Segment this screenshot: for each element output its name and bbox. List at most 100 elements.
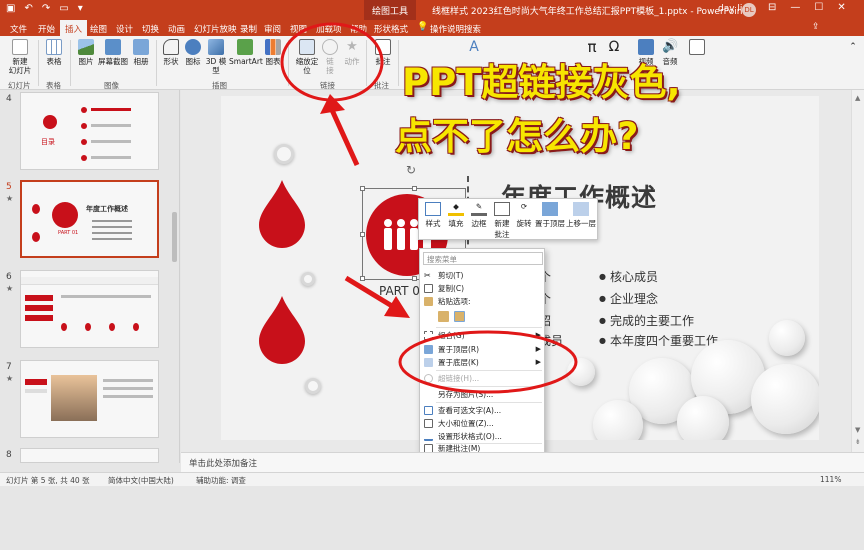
ribbon-display-icon[interactable]: ⊟: [768, 2, 776, 13]
menu-item-paste-options[interactable]: 粘贴选项:: [420, 295, 546, 308]
slide-thumbnail-7[interactable]: [20, 360, 159, 438]
deco-ring: [301, 272, 315, 286]
slide-thumbnail-6[interactable]: [20, 270, 159, 348]
bullet-item[interactable]: 完成的主要工作: [599, 312, 694, 329]
album-button[interactable]: 相册: [130, 39, 152, 66]
style-button[interactable]: 样式: [423, 202, 443, 229]
thumb-red-circle: [52, 202, 78, 228]
tab-record[interactable]: 录制: [240, 23, 257, 35]
bullet-item[interactable]: 本年度四个重要工作: [599, 332, 718, 349]
shapes-button[interactable]: 形状: [160, 39, 182, 66]
user-name[interactable]: day li: [718, 4, 742, 14]
comment-button[interactable]: 批注: [372, 39, 394, 66]
fill-button[interactable]: ◆ 填充: [445, 202, 467, 229]
redo-icon[interactable]: ↷: [42, 3, 50, 14]
bring-front-icon: [424, 345, 433, 354]
maximize-icon[interactable]: ☐: [814, 2, 823, 13]
zoom-button[interactable]: 缩放定 位: [293, 39, 321, 75]
thumb-title: 年度工作概述: [86, 205, 128, 213]
menu-item-save-as-picture[interactable]: 另存为图片(S)...: [420, 388, 546, 401]
red-drop[interactable]: [259, 296, 305, 364]
menu-item-alt-text[interactable]: 查看可选文字(A)...: [420, 404, 546, 417]
menu-item-send-to-back[interactable]: 置于底层(K) ▶: [420, 356, 546, 369]
send-backward-button[interactable]: 上移一层: [565, 202, 597, 229]
tab-design[interactable]: 设计: [116, 23, 133, 35]
avatar[interactable]: DL: [742, 3, 756, 17]
tab-addins[interactable]: 加载项: [316, 23, 342, 35]
screenshot-icon: [105, 39, 121, 55]
rotate-icon: ⟳: [520, 202, 528, 211]
table-button[interactable]: 表格: [42, 39, 66, 66]
menu-item-bring-to-front[interactable]: 置于顶层(R) ▶: [420, 343, 546, 356]
present-icon[interactable]: ▭: [59, 3, 68, 14]
language[interactable]: 简体中文(中国大陆): [108, 475, 174, 486]
mini-toolbar: 样式 ◆ 填充 ✎ 边框 新建 批注 ⟳ 旋转 置于顶层 上移一层: [418, 198, 598, 240]
submenu-arrow-icon: ▶: [535, 331, 541, 339]
bullet-item[interactable]: 企业理念: [599, 290, 658, 307]
tab-draw[interactable]: 绘图: [90, 23, 107, 35]
accessibility[interactable]: 辅助功能: 调查: [196, 475, 246, 486]
action-button[interactable]: ★ 动作: [342, 39, 362, 66]
tell-me-search[interactable]: 操作说明搜索: [430, 23, 481, 35]
save-icon[interactable]: ▣: [6, 3, 15, 14]
icons-icon: [185, 39, 201, 55]
tab-slideshow[interactable]: 幻灯片放映: [194, 23, 237, 35]
paste-keep-format-icon[interactable]: [438, 311, 449, 322]
pen-icon: ✎: [471, 202, 487, 216]
slide-thumbnail-5[interactable]: 年度工作概述 PART 01: [20, 180, 159, 258]
outline-button[interactable]: ✎ 边框: [469, 202, 489, 229]
menu-search-input[interactable]: 搜索菜单: [423, 252, 543, 265]
deco-ring: [305, 378, 321, 394]
bullet-item[interactable]: 核心成员: [599, 268, 658, 285]
tab-transitions[interactable]: 切换: [142, 23, 159, 35]
tab-review[interactable]: 审阅: [264, 23, 281, 35]
picture-button[interactable]: 图片: [74, 39, 98, 66]
size-icon: [424, 419, 433, 428]
slide-thumbnail-8[interactable]: [20, 448, 159, 463]
slide-number: 7: [6, 362, 12, 372]
bring-to-front-button[interactable]: 置于顶层: [535, 202, 565, 229]
collapse-ribbon-button[interactable]: ⌃: [846, 39, 860, 57]
red-drop[interactable]: [259, 180, 305, 248]
share-icon[interactable]: ⇪: [812, 22, 820, 32]
menu-item-size-position[interactable]: 大小和位置(Z)...: [420, 417, 546, 430]
zoom-level[interactable]: 111%: [820, 475, 841, 484]
tab-shape-format[interactable]: 形状格式: [374, 23, 408, 35]
slide-count: 幻灯片 第 5 张, 共 40 张: [6, 476, 90, 485]
style-icon: [425, 202, 441, 216]
screen-record-button[interactable]: [688, 39, 706, 57]
paste-picture-icon[interactable]: [454, 311, 465, 322]
slide-thumbnail-4[interactable]: 目录: [20, 92, 159, 170]
new-comment-button[interactable]: 新建 批注: [491, 202, 513, 240]
tab-view[interactable]: 视图: [290, 23, 307, 35]
menu-item-copy[interactable]: 复制(C): [420, 282, 546, 295]
menu-item-cut[interactable]: ✂ 剪切(T): [420, 269, 546, 282]
customize-qat-icon[interactable]: ▾: [78, 3, 83, 14]
close-icon[interactable]: ✕: [837, 2, 845, 13]
thumb-sub: PART 01: [58, 230, 79, 236]
tab-help[interactable]: 帮助: [350, 23, 367, 35]
chart-button[interactable]: 图表: [262, 39, 284, 66]
link-button[interactable]: 链 接: [320, 39, 340, 75]
undo-icon[interactable]: ↶: [24, 3, 32, 14]
new-slide-button[interactable]: 新建 幻灯片: [6, 39, 34, 75]
tab-animations[interactable]: 动画: [168, 23, 185, 35]
3d-model-button[interactable]: 3D 模 型: [204, 39, 228, 75]
thumb-photo: [51, 375, 97, 421]
rotate-button[interactable]: ⟳ 旋转: [515, 202, 533, 229]
canvas-scrollbar[interactable]: ▲ ▼ ⇟: [851, 90, 864, 452]
tab-home[interactable]: 开始: [38, 23, 55, 35]
icons-button[interactable]: 图标: [182, 39, 204, 66]
menu-item-hyperlink[interactable]: 超链接(H)...: [420, 372, 546, 385]
slides-pane-scrollbar[interactable]: [171, 182, 178, 550]
tab-insert[interactable]: 插入: [60, 20, 88, 36]
tab-file[interactable]: 文件: [10, 23, 27, 35]
link-icon: [424, 374, 433, 383]
screenshot-button[interactable]: 屏幕截图: [98, 39, 128, 66]
smartart-button[interactable]: SmartArt: [229, 39, 263, 66]
notes-placeholder[interactable]: 单击此处添加备注: [181, 452, 864, 472]
animation-star-icon: ★: [6, 284, 14, 293]
minimize-icon[interactable]: —: [790, 2, 800, 13]
menu-item-group[interactable]: 组合(G) ▶: [420, 329, 546, 342]
rotate-handle-icon[interactable]: ↻: [406, 163, 416, 177]
